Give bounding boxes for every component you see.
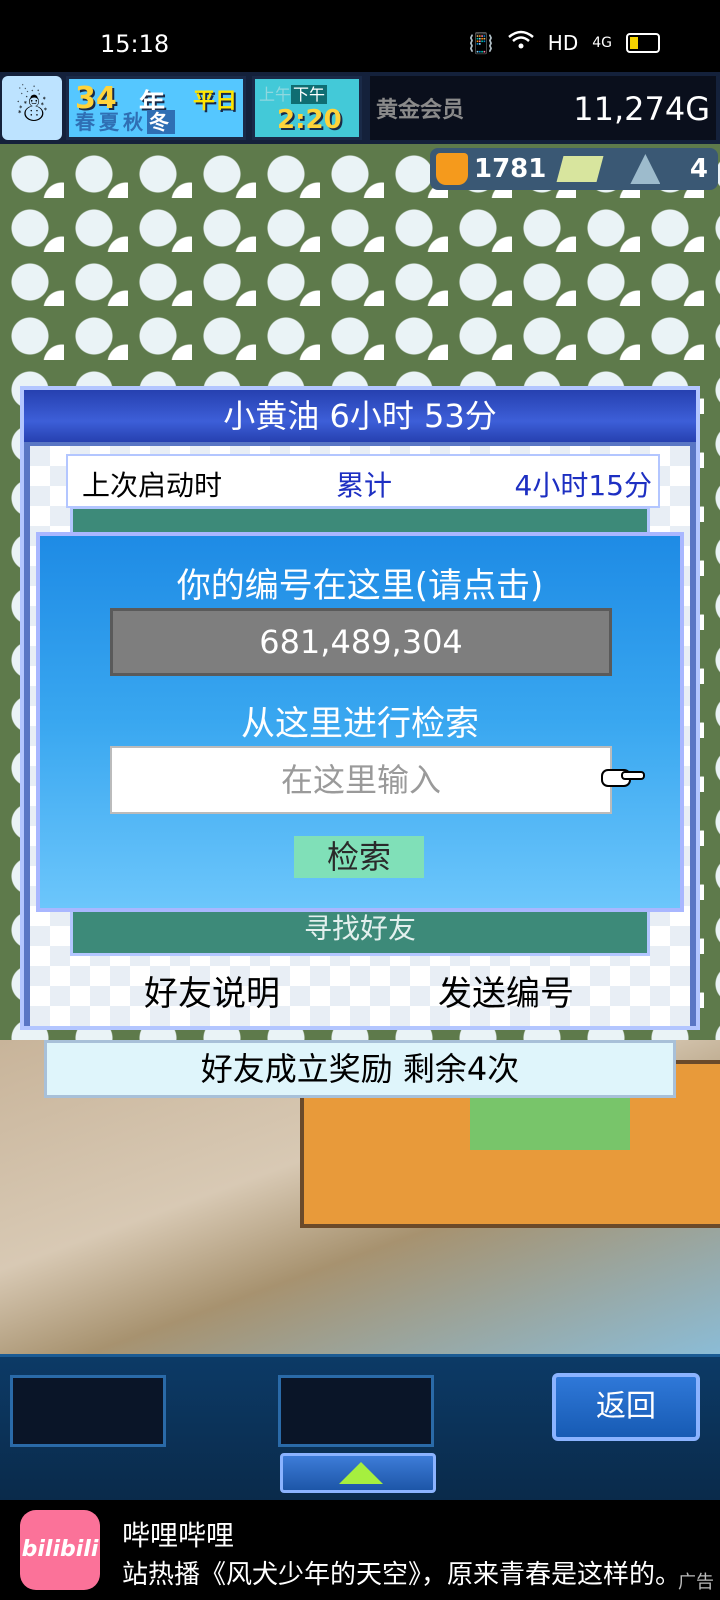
expand-menu-button[interactable] <box>280 1453 436 1493</box>
search-heading: 从这里进行检索 <box>241 704 479 744</box>
friend-reward-banner: 好友成立奖励 剩余4次 <box>44 1040 676 1098</box>
research-points: 1781 <box>474 154 547 184</box>
snowman-icon: ☃ <box>2 76 62 140</box>
empty-slot-middle[interactable] <box>278 1375 434 1447</box>
season-summer: 夏 <box>99 110 123 134</box>
wifi-icon <box>507 30 534 55</box>
signal-label: 4G <box>592 34 612 51</box>
pointing-hand-icon <box>601 769 645 787</box>
tree-icon <box>630 154 661 184</box>
total-value: 4小时15分 <box>514 469 652 502</box>
status-icons: 📳 HD 4G <box>469 30 660 55</box>
resource-bar: 1781 4 <box>430 148 718 190</box>
send-id-tab[interactable]: 发送编号 <box>438 966 574 1015</box>
ad-tag: 广告 <box>678 1572 714 1593</box>
member-rank: 黄金会员 <box>376 98 465 123</box>
ad-description: 站热播《风犬少年的天空》，原来青春是这样的。 <box>122 1560 682 1590</box>
ad-banner[interactable]: bilibili 哔哩哔哩 站热播《风犬少年的天空》，原来青春是这样的。 广告 <box>0 1500 720 1600</box>
flask-icon <box>436 153 468 185</box>
panel-title: 小黄油 6小时 53分 <box>24 390 696 442</box>
friend-explain-tab[interactable]: 好友说明 <box>144 966 280 1015</box>
ticket-icon <box>556 156 604 182</box>
ampm-indicator: 上午 下午 <box>259 81 328 105</box>
bottom-control-bar: 返回 <box>0 1354 720 1503</box>
season-indicator: 春夏秋冬 <box>75 106 175 135</box>
player-id-box[interactable]: 681,489,304 <box>110 608 612 676</box>
season-spring: 春 <box>75 110 99 134</box>
battery-icon <box>626 32 660 53</box>
tree-count: 4 <box>689 154 708 184</box>
season-autumn: 秋 <box>123 110 147 134</box>
total-label: 累计 <box>336 469 393 502</box>
vibrate-icon: 📳 <box>468 30 494 55</box>
game-clock: 上午 下午 2:20 <box>252 76 362 140</box>
money-amount: 11,274G <box>573 90 710 128</box>
calendar-display: 34 年 平日 春夏秋冬 <box>66 76 246 140</box>
bilibili-logo: bilibili <box>20 1510 100 1590</box>
last-launch-label: 上次启动时 <box>82 469 223 502</box>
ad-title: 哔哩哔哩 <box>122 1519 235 1552</box>
find-friend-button[interactable]: 寻找好友 <box>73 907 647 947</box>
network-label: HD <box>547 30 579 55</box>
friend-id-input[interactable] <box>110 746 612 814</box>
weekday-label: 平日 <box>192 89 237 114</box>
pm-label: 下午 <box>291 85 328 104</box>
empty-slot-left[interactable] <box>10 1375 166 1447</box>
arrow-up-icon <box>339 1462 383 1484</box>
season-winter: 冬 <box>147 110 175 134</box>
launch-stats: 上次启动时 累计 4小时15分 <box>66 454 660 508</box>
search-button[interactable]: 检索 <box>294 836 424 878</box>
money-display: 黄金会员 11,274G <box>370 76 716 140</box>
back-button[interactable]: 返回 <box>552 1373 700 1441</box>
status-time: 15:18 <box>100 30 170 58</box>
system-status-bar: 15:18 📳 HD 4G <box>0 0 720 72</box>
game-hud: ☃ 34 年 平日 春夏秋冬 上午 下午 2:20 黄金会员 11,274G <box>0 72 720 144</box>
clock-time: 2:20 <box>277 105 342 135</box>
friend-search-dialog: 你的编号在这里(请点击) 681,489,304 从这里进行检索 检索 <box>36 532 684 912</box>
am-label: 上午 <box>259 85 292 104</box>
your-id-heading: 你的编号在这里(请点击) <box>176 566 544 606</box>
